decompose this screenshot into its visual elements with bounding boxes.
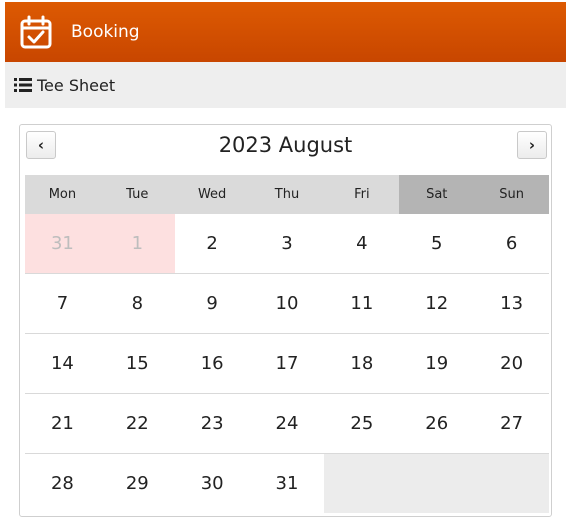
day-cell[interactable]: 29 [100,454,175,513]
day-cell[interactable]: 12 [399,274,474,333]
calendar-check-icon [20,15,52,49]
day-cell[interactable]: 22 [100,394,175,453]
weekday-sat: Sat [399,175,475,214]
week-row: 14 15 16 17 18 19 20 [25,334,549,394]
day-cell[interactable]: 17 [250,334,325,393]
day-cell[interactable]: 7 [25,274,100,333]
day-cell[interactable]: 6 [474,214,549,273]
day-cell[interactable]: 21 [25,394,100,453]
header-title: Booking [71,22,140,42]
week-row: 21 22 23 24 25 26 27 [25,394,549,454]
day-cell[interactable]: 28 [25,454,100,513]
weekday-wed: Wed [174,175,250,214]
day-cell[interactable]: 18 [324,334,399,393]
calendar-header: ‹ 2023 August › [20,125,551,173]
day-cell[interactable]: 9 [175,274,250,333]
day-cell[interactable]: 14 [25,334,100,393]
day-cell[interactable]: 15 [100,334,175,393]
day-cell[interactable]: 31 [250,454,325,513]
week-row: 31 1 2 3 4 5 6 [25,214,549,274]
day-cell[interactable]: 3 [250,214,325,273]
day-cell[interactable]: 23 [175,394,250,453]
next-month-button[interactable]: › [517,131,547,159]
day-cell[interactable]: 27 [474,394,549,453]
day-cell-empty [474,454,550,513]
day-cell-unavailable: 1 [99,214,175,273]
weekday-mon: Mon [25,175,100,214]
weekday-fri: Fri [324,175,400,214]
day-cell[interactable]: 5 [399,214,474,273]
day-cell[interactable]: 4 [324,214,399,273]
weekday-header-row: Mon Tue Wed Thu Fri Sat Sun [25,175,550,214]
day-cell[interactable]: 8 [100,274,175,333]
tee-sheet-bar[interactable]: Tee Sheet [5,62,566,108]
day-cell-empty [399,454,475,513]
weekday-sun: Sun [474,175,550,214]
day-cell-prev-month: 31 [25,214,100,273]
day-cell[interactable]: 13 [474,274,549,333]
day-cell-empty [324,454,400,513]
day-cell[interactable]: 2 [175,214,250,273]
month-title: 2023 August [218,133,353,157]
week-row: 28 29 30 31 [25,454,550,513]
day-cell[interactable]: 24 [250,394,325,453]
day-cell[interactable]: 11 [324,274,399,333]
day-cell[interactable]: 19 [399,334,474,393]
day-cell[interactable]: 20 [474,334,549,393]
weekday-thu: Thu [249,175,325,214]
weekday-tue: Tue [99,175,175,214]
week-row: 7 8 9 10 11 12 13 [25,274,549,334]
calendar: ‹ 2023 August › Mon Tue Wed Thu Fri Sat … [19,124,552,517]
app-header: Booking [5,2,566,62]
list-icon [14,78,32,92]
day-cell[interactable]: 25 [324,394,399,453]
day-cell[interactable]: 30 [175,454,250,513]
day-cell[interactable]: 16 [175,334,250,393]
tee-sheet-label: Tee Sheet [37,75,116,95]
calendar-grid: 31 1 2 3 4 5 6 7 8 9 10 11 12 13 14 15 1… [25,214,550,513]
day-cell[interactable]: 26 [399,394,474,453]
day-cell[interactable]: 10 [250,274,325,333]
